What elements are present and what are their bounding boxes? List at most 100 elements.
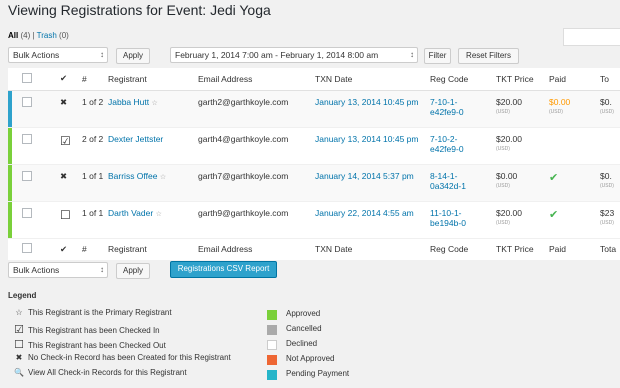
footer-tkt-price[interactable]: TKT Price bbox=[496, 237, 549, 260]
txn-date-link[interactable]: January 13, 2014 10:45 pm bbox=[315, 134, 419, 144]
reg-code-link-line2[interactable]: be194b-0 bbox=[430, 218, 466, 228]
paid-cell: ✔ bbox=[549, 164, 600, 202]
bulk-actions-select-top[interactable]: Bulk Actions bbox=[8, 47, 108, 63]
reset-filters-button[interactable]: Reset Filters bbox=[458, 48, 519, 64]
footer-paid[interactable]: Paid bbox=[549, 237, 600, 260]
registrant-link[interactable]: Jabba Hutt bbox=[108, 97, 149, 107]
legend-icon-item: ☐ This Registrant has been Checked Out bbox=[10, 338, 166, 351]
reg-code-cell: 8-14-1- 0a342d-1 bbox=[430, 164, 496, 202]
reg-code-cell: 7-10-2- e42fe9-0 bbox=[430, 127, 496, 165]
txn-date-link[interactable]: January 14, 2014 5:37 pm bbox=[315, 171, 414, 181]
row-checkbox[interactable] bbox=[22, 96, 32, 107]
row-checkbox[interactable] bbox=[22, 133, 32, 144]
apply-button-bottom[interactable]: Apply bbox=[116, 263, 150, 279]
legend-status-label: Cancelled bbox=[286, 324, 322, 333]
total-cell: $0. (USD) bbox=[600, 164, 620, 202]
header-checkin[interactable]: ✔ bbox=[60, 68, 82, 91]
header-registrant[interactable]: Registrant bbox=[108, 68, 198, 91]
view-all-label[interactable]: All bbox=[8, 31, 18, 40]
row-select-cell bbox=[12, 164, 60, 202]
no-checkin-icon[interactable]: ✖ bbox=[60, 97, 67, 107]
total-cell bbox=[600, 127, 620, 165]
footer-number[interactable]: # bbox=[82, 237, 108, 260]
legend-status-label: Approved bbox=[286, 309, 321, 318]
registrant-link[interactable]: Dexter Jettster bbox=[108, 134, 163, 144]
reg-code-link-line2[interactable]: e42fe9-0 bbox=[430, 144, 464, 154]
date-range-select[interactable]: February 1, 2014 7:00 am - February 1, 2… bbox=[170, 47, 418, 63]
reg-code-cell: 11-10-1- be194b-0 bbox=[430, 201, 496, 239]
tkt-price: $20.00 bbox=[496, 207, 522, 218]
footer-email[interactable]: Email Address bbox=[198, 237, 315, 260]
header-number[interactable]: # bbox=[82, 68, 108, 91]
primary-registrant-icon: ☆ bbox=[155, 210, 162, 218]
primary-registrant-icon: ☆ bbox=[159, 173, 167, 181]
csv-report-button[interactable]: Registrations CSV Report bbox=[170, 261, 277, 278]
total-currency: (USD) bbox=[600, 219, 614, 226]
checkbox-empty-icon: ☐ bbox=[14, 339, 24, 351]
total-cell: $0. (USD) bbox=[600, 90, 620, 128]
txn-date-link[interactable]: January 22, 2014 4:55 am bbox=[315, 208, 414, 218]
reg-code-link[interactable]: 7-10-2- bbox=[430, 134, 457, 144]
primary-registrant-icon: ☆ bbox=[151, 99, 158, 107]
legend-status-label: Declined bbox=[286, 339, 318, 348]
select-all-checkbox-footer[interactable] bbox=[22, 243, 32, 254]
registrant-cell: Jabba Hutt ☆ bbox=[108, 90, 198, 128]
paid-currency: (USD) bbox=[549, 108, 563, 115]
reg-number: 1 of 1 bbox=[82, 164, 108, 202]
reg-code-link-line2[interactable]: e42fe9-0 bbox=[430, 107, 464, 117]
registrant-link[interactable]: Barriss Offee bbox=[108, 171, 157, 181]
legend-icon-item: ☑ This Registrant has been Checked In bbox=[10, 323, 160, 336]
reg-code-link[interactable]: 11-10-1- bbox=[430, 208, 462, 218]
header-email[interactable]: Email Address bbox=[198, 68, 315, 91]
legend-icon-label: This Registrant is the Primary Registran… bbox=[28, 308, 172, 317]
header-reg-code[interactable]: Reg Code bbox=[430, 68, 496, 91]
no-checkin-icon[interactable]: ✖ bbox=[60, 171, 67, 181]
legend-icon-label: This Registrant has been Checked In bbox=[28, 326, 160, 335]
reg-code-link[interactable]: 8-14-1- bbox=[430, 171, 457, 181]
row-checkbox[interactable] bbox=[22, 170, 32, 181]
checkbox-checked-icon: ☑ bbox=[14, 324, 24, 336]
bulk-actions-select-bottom[interactable]: Bulk Actions bbox=[8, 262, 108, 278]
legend-title: Legend bbox=[8, 291, 37, 300]
reg-code-cell: 7-10-1- e42fe9-0 bbox=[430, 90, 496, 128]
reg-code-link-line2[interactable]: 0a342d-1 bbox=[430, 181, 466, 191]
select-all-checkbox[interactable] bbox=[22, 72, 32, 83]
tkt-currency: (USD) bbox=[496, 145, 510, 152]
view-separator: | bbox=[32, 31, 35, 40]
header-tkt-price[interactable]: TKT Price bbox=[496, 68, 549, 91]
header-total[interactable]: To bbox=[600, 68, 620, 91]
footer-registrant[interactable]: Registrant bbox=[108, 237, 198, 260]
legend-status-label: Not Approved bbox=[286, 354, 335, 363]
view-all-count: (4) bbox=[20, 31, 31, 40]
row-checkbox[interactable] bbox=[22, 207, 32, 218]
total-amount: $0. bbox=[600, 96, 612, 107]
reg-code-link[interactable]: 7-10-1- bbox=[430, 97, 457, 107]
email-cell: garth4@garthkoyle.com bbox=[198, 127, 315, 165]
star-outline-icon: ☆ bbox=[15, 308, 23, 317]
txn-date-cell: January 22, 2014 4:55 am bbox=[315, 201, 430, 239]
txn-date-cell: January 14, 2014 5:37 pm bbox=[315, 164, 430, 202]
footer-reg-code[interactable]: Reg Code bbox=[430, 237, 496, 260]
header-txn-date[interactable]: TXN Date bbox=[315, 68, 430, 91]
footer-txn-date[interactable]: TXN Date bbox=[315, 237, 430, 260]
apply-button-top[interactable]: Apply bbox=[116, 48, 150, 64]
footer-checkin[interactable]: ✔ bbox=[60, 237, 82, 260]
legend-swatch bbox=[267, 355, 277, 365]
filter-button[interactable]: Filter bbox=[424, 48, 451, 64]
tkt-currency: (USD) bbox=[496, 108, 510, 115]
table-footer-row: ✔ # Registrant Email Address TXN Date Re… bbox=[8, 237, 620, 260]
view-trash-link[interactable]: Trash bbox=[37, 31, 57, 40]
checked-in-icon[interactable]: ☑ bbox=[60, 134, 71, 148]
search-input[interactable] bbox=[563, 28, 620, 46]
row-select-cell bbox=[12, 90, 60, 128]
table-row: ☐ 1 of 1 Darth Vader ☆ garth9@garthkoyle.co… bbox=[8, 201, 620, 239]
header-paid[interactable]: Paid bbox=[549, 68, 600, 91]
registrant-link[interactable]: Darth Vader bbox=[108, 208, 153, 218]
footer-total[interactable]: Tota bbox=[600, 237, 620, 260]
tkt-price: $0.00 bbox=[496, 170, 518, 181]
checkin-cell: ☑ bbox=[60, 127, 82, 165]
paid-check-icon: ✔ bbox=[549, 171, 559, 184]
txn-date-link[interactable]: January 13, 2014 10:45 pm bbox=[315, 97, 419, 107]
legend-icon-item: ☆ This Registrant is the Primary Registra… bbox=[10, 308, 172, 317]
checked-out-icon[interactable]: ☐ bbox=[60, 208, 71, 222]
